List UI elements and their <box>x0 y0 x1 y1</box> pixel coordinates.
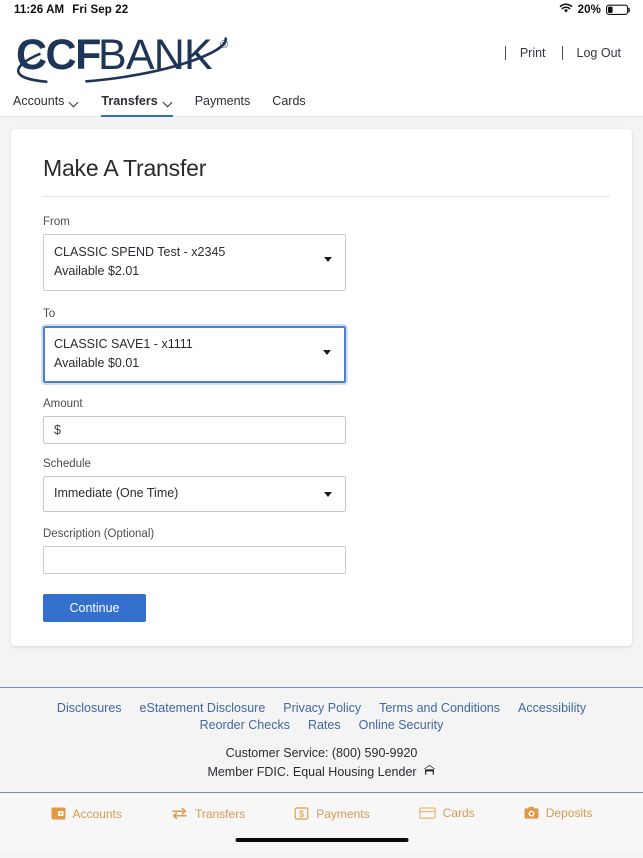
nav-item-payments[interactable]: Payments <box>195 86 262 116</box>
amount-input[interactable] <box>43 416 346 444</box>
tab-label-accounts: Accounts <box>72 806 122 821</box>
chevron-down-icon <box>164 98 173 107</box>
battery-icon <box>606 4 631 16</box>
accounts-icon <box>51 806 66 821</box>
status-date: Fri Sep 22 <box>72 4 129 16</box>
tab-payments[interactable]: $ Payments <box>294 806 370 821</box>
schedule-label: Schedule <box>43 458 91 470</box>
equal-housing-lender-icon <box>423 763 436 782</box>
schedule-select[interactable]: Immediate (One Time) <box>43 476 346 512</box>
header-divider-1 <box>504 46 506 60</box>
to-account-select[interactable]: CLASSIC SAVE1 - x1111 Available $0.01 <box>41 324 348 385</box>
tab-accounts[interactable]: Accounts <box>51 806 122 821</box>
schedule-value: Immediate (One Time) <box>54 486 179 500</box>
chevron-down-icon <box>324 257 332 262</box>
tab-label-deposits: Deposits <box>545 806 593 820</box>
description-field-group: Description (Optional) <box>33 528 610 574</box>
deposits-icon <box>524 806 539 820</box>
footer-link-accessibility[interactable]: Accessibility <box>518 701 586 715</box>
amount-field-group: Amount <box>33 398 610 444</box>
tab-cards[interactable]: Cards <box>418 806 475 820</box>
page-body: Make A Transfer From CLASSIC SPEND Test … <box>0 117 643 687</box>
continue-button[interactable]: Continue <box>43 594 146 622</box>
from-account-name: CLASSIC SPEND Test - x2345 <box>54 245 226 259</box>
nav-item-transfers[interactable]: Transfers <box>101 86 183 117</box>
footer-link-reorder-checks[interactable]: Reorder Checks <box>200 718 290 732</box>
from-account-select[interactable]: CLASSIC SPEND Test - x2345 Available $2.… <box>43 234 346 291</box>
nav-item-cards[interactable]: Cards <box>272 86 316 116</box>
nav-label-cards: Cards <box>272 93 306 108</box>
nav-label-transfers: Transfers <box>101 93 158 108</box>
header-links: Print Log Out <box>504 46 621 60</box>
from-account-available: Available $2.01 <box>54 264 140 278</box>
fdic-line: Member FDIC. Equal Housing Lender <box>0 763 643 782</box>
header-divider-2 <box>561 46 563 60</box>
footer-info: Customer Service: (800) 590-9920 Member … <box>0 744 643 782</box>
from-field-group: From CLASSIC SPEND Test - x2345 Availabl… <box>33 216 610 291</box>
cards-icon <box>418 806 436 820</box>
footer-link-privacy-policy[interactable]: Privacy Policy <box>283 701 361 715</box>
tab-label-payments: Payments <box>316 806 370 821</box>
status-bar-right: 20% <box>559 3 631 17</box>
to-field-group: To CLASSIC SAVE1 - x1111 Available $0.01 <box>33 308 610 385</box>
nav-item-accounts[interactable]: Accounts <box>13 86 90 116</box>
chevron-down-icon <box>323 350 331 355</box>
page-title: Make A Transfer <box>43 155 207 181</box>
footer-link-terms-and-conditions[interactable]: Terms and Conditions <box>379 701 500 715</box>
tab-transfers[interactable]: Transfers <box>171 806 245 821</box>
to-account-available: Available $0.01 <box>54 356 140 370</box>
status-bar-left: 11:26 AM Fri Sep 22 <box>14 4 128 16</box>
battery-percent: 20% <box>577 4 601 16</box>
tab-deposits[interactable]: Deposits <box>524 806 593 820</box>
print-link[interactable]: Print <box>520 46 546 60</box>
payments-icon: $ <box>294 806 309 821</box>
wifi-icon <box>559 3 573 17</box>
description-label: Description (Optional) <box>43 528 155 540</box>
svg-text:CCF: CCF <box>16 31 100 79</box>
ccfbank-logo-icon: CCF BANK ® <box>16 26 228 84</box>
title-divider <box>43 196 610 197</box>
to-label: To <box>43 308 56 320</box>
footer-link-rates[interactable]: Rates <box>308 718 341 732</box>
footer-link-estatement-disclosure[interactable]: eStatement Disclosure <box>140 701 266 715</box>
from-label: From <box>43 216 70 228</box>
transfers-icon <box>171 806 188 821</box>
site-footer: Disclosures eStatement Disclosure Privac… <box>0 687 643 792</box>
tab-label-transfers: Transfers <box>194 806 246 821</box>
make-a-transfer-card: Make A Transfer From CLASSIC SPEND Test … <box>11 129 632 646</box>
schedule-field-group: Schedule Immediate (One Time) <box>33 458 610 512</box>
bottom-tab-bar: Accounts Transfers $ Payments Cards Depo… <box>0 792 643 850</box>
footer-link-online-security[interactable]: Online Security <box>359 718 444 732</box>
primary-nav: Accounts Transfers Payments Cards <box>0 86 643 117</box>
nav-label-payments: Payments <box>194 93 251 108</box>
footer-link-disclosures[interactable]: Disclosures <box>57 701 122 715</box>
ccfbank-logo[interactable]: CCF BANK ® <box>10 22 250 84</box>
amount-label: Amount <box>43 398 83 410</box>
home-indicator <box>235 838 408 842</box>
fdic-text: Member FDIC. Equal Housing Lender <box>207 765 417 779</box>
nav-label-accounts: Accounts <box>13 93 65 108</box>
svg-text:BANK: BANK <box>98 31 213 79</box>
svg-text:$: $ <box>299 809 304 819</box>
chevron-down-icon <box>324 492 332 497</box>
footer-links: Disclosures eStatement Disclosure Privac… <box>0 701 643 732</box>
log-out-link[interactable]: Log Out <box>577 46 621 60</box>
site-header: CCF BANK ® Print Log Out <box>0 20 643 86</box>
tab-label-cards: Cards <box>442 806 475 820</box>
description-input[interactable] <box>43 546 346 574</box>
status-bar: 11:26 AM Fri Sep 22 20% <box>0 0 643 20</box>
to-account-name: CLASSIC SAVE1 - x1111 <box>54 337 193 351</box>
customer-service-text: Customer Service: (800) 590-9920 <box>225 746 418 760</box>
status-time: 11:26 AM <box>14 4 65 16</box>
chevron-down-icon <box>70 98 79 107</box>
svg-text:®: ® <box>220 39 228 51</box>
